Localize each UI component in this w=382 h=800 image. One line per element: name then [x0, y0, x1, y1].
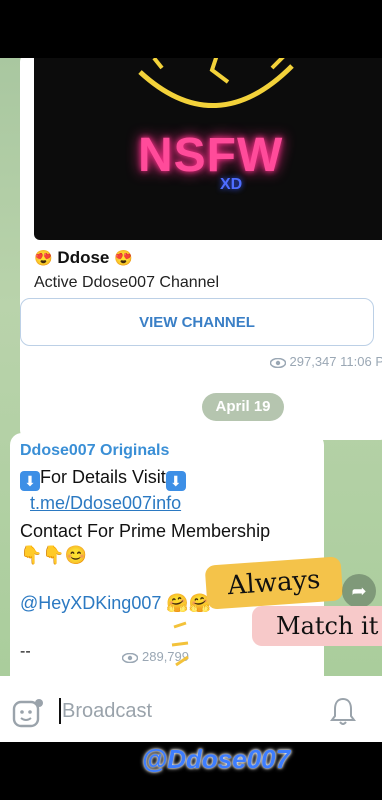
- down-arrow-icon: ⬇: [165, 471, 186, 491]
- message-dashes: --: [20, 643, 31, 660]
- chat-area: NSFW XD 😍 Ddose 😍 Active Ddose007 Channe…: [0, 58, 382, 676]
- message-meta: 297,347 11:06 P: [269, 354, 382, 369]
- date-separator: April 19: [202, 393, 284, 421]
- down-arrow-icon: ⬇: [20, 471, 40, 491]
- message-emojis: 👇👇😊: [20, 545, 88, 565]
- sparkle-decoration: [171, 621, 189, 667]
- heart-eyes-emoji: 😍: [114, 250, 133, 267]
- view-channel-button[interactable]: VIEW CHANNEL: [20, 298, 374, 346]
- channel-promo-bubble: NSFW XD 😍 Ddose 😍 Active Ddose007 Channe…: [20, 58, 382, 440]
- channel-name: 😍 Ddose 😍: [34, 248, 133, 267]
- message-line-details: ⬇ For Details Visit ⬇: [20, 467, 186, 491]
- user-mention[interactable]: @HeyXDKing007: [20, 593, 161, 613]
- message-line-contact: Contact For Prime Membership: [20, 521, 271, 541]
- sticker-icon[interactable]: [12, 698, 44, 728]
- broadcast-input[interactable]: Broadcast: [62, 700, 152, 723]
- heart-eyes-emoji: 😍: [34, 250, 53, 267]
- eye-icon: [269, 357, 286, 368]
- neon-subtitle: XD: [220, 176, 243, 193]
- mention-line: @HeyXDKing007 🤗🤗: [20, 593, 211, 614]
- neon-title: NSFW: [138, 129, 284, 182]
- watermark-text: @Ddose007: [141, 744, 291, 774]
- input-bar: Broadcast: [0, 676, 382, 742]
- text-cursor: [59, 698, 61, 724]
- channel-link[interactable]: t.me/Ddose007info: [30, 493, 181, 514]
- eye-icon: [122, 652, 138, 663]
- view-count: 297,347: [289, 354, 337, 369]
- message-time: 11:06 P: [340, 354, 382, 369]
- share-icon[interactable]: ➦: [342, 574, 376, 608]
- promo-image[interactable]: NSFW XD: [34, 58, 382, 240]
- bell-icon[interactable]: [330, 696, 356, 726]
- overlay-match-it: Match it: [252, 606, 382, 646]
- channel-description: Active Ddose007 Channel: [34, 274, 220, 291]
- sender-name[interactable]: Ddose007 Originals: [20, 442, 169, 460]
- hug-emojis: 🤗🤗: [166, 593, 212, 613]
